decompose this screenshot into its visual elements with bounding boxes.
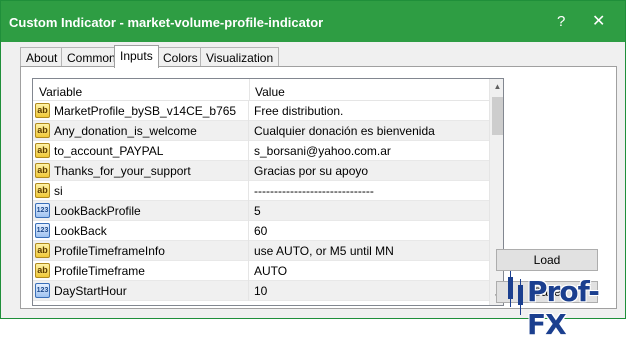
- table-row[interactable]: 123 LookBack 60: [33, 221, 489, 241]
- variable-name: Any_donation_is_welcome: [54, 124, 197, 138]
- variable-cell[interactable]: 123 DayStartHour: [33, 281, 249, 301]
- window-title: Custom Indicator - market-volume-profile…: [9, 15, 324, 30]
- column-header-variable[interactable]: Variable: [39, 85, 82, 99]
- variable-cell[interactable]: ab MarketProfile_bySB_v14CE_b765: [33, 101, 249, 121]
- scroll-up-icon[interactable]: ▲: [490, 79, 503, 95]
- string-icon: ab: [35, 243, 50, 258]
- variable-name: Thanks_for_your_support: [54, 164, 191, 178]
- table-row[interactable]: ab Any_donation_is_welcome Cualquier don…: [33, 121, 489, 141]
- string-icon: ab: [35, 123, 50, 138]
- tab-colors[interactable]: Colors: [157, 47, 204, 67]
- variable-name: to_account_PAYPAL: [54, 144, 164, 158]
- value-cell[interactable]: 60: [254, 224, 267, 238]
- value-cell[interactable]: 10: [254, 284, 267, 298]
- value-cell[interactable]: Free distribution.: [254, 104, 343, 118]
- value-cell[interactable]: ------------------------------: [254, 184, 374, 198]
- string-icon: ab: [35, 143, 50, 158]
- tab-inputs[interactable]: Inputs: [114, 45, 159, 68]
- tab-about[interactable]: About: [20, 47, 64, 67]
- value-cell[interactable]: AUTO: [254, 264, 287, 278]
- scrollbar-thumb[interactable]: [492, 97, 503, 135]
- string-icon: ab: [35, 183, 50, 198]
- tab-common[interactable]: Common: [61, 47, 122, 67]
- table-row[interactable]: ab Thanks_for_your_support Gracias por s…: [33, 161, 489, 181]
- variable-name: ProfileTimeframeInfo: [54, 244, 165, 258]
- integer-icon: 123: [35, 223, 50, 238]
- table-row[interactable]: ab si ------------------------------: [33, 181, 489, 201]
- load-button[interactable]: Load: [496, 249, 598, 271]
- variable-cell[interactable]: ab ProfileTimeframeInfo: [33, 241, 249, 261]
- title-bar[interactable]: Custom Indicator - market-volume-profile…: [1, 1, 625, 42]
- variable-cell[interactable]: 123 LookBackProfile: [33, 201, 249, 221]
- dialog-window: Custom Indicator - market-volume-profile…: [0, 0, 626, 341]
- variable-name: DayStartHour: [54, 284, 127, 298]
- value-cell[interactable]: s_borsani@yahoo.com.ar: [254, 144, 391, 158]
- table-row[interactable]: 123 DayStartHour 10: [33, 281, 489, 301]
- table-row[interactable]: 123 LookBackProfile 5: [33, 201, 489, 221]
- help-icon[interactable]: ?: [557, 14, 565, 29]
- column-header-value[interactable]: Value: [255, 85, 285, 99]
- variable-cell[interactable]: 123 LookBack: [33, 221, 249, 241]
- variable-name: MarketProfile_bySB_v14CE_b765: [54, 104, 237, 118]
- value-cell[interactable]: 5: [254, 204, 261, 218]
- column-divider[interactable]: [249, 79, 250, 101]
- inputs-grid[interactable]: Variable Value ab MarketProfile_bySB_v14…: [32, 78, 504, 306]
- string-icon: ab: [35, 163, 50, 178]
- tab-bar: About Common Inputs Colors Visualization: [20, 45, 620, 68]
- integer-icon: 123: [35, 283, 50, 298]
- variable-name: LookBackProfile: [54, 204, 141, 218]
- variable-cell[interactable]: ab Any_donation_is_welcome: [33, 121, 249, 141]
- value-cell[interactable]: use AUTO, or M5 until MN: [254, 244, 394, 258]
- string-icon: ab: [35, 103, 50, 118]
- value-cell[interactable]: Cualquier donación es bienvenida: [254, 124, 435, 138]
- close-icon[interactable]: ✕: [592, 14, 605, 30]
- watermark-logo: Prof-FX: [499, 269, 624, 341]
- variable-name: si: [54, 184, 63, 198]
- grid-header: Variable Value: [33, 79, 489, 101]
- table-row[interactable]: ab to_account_PAYPAL s_borsani@yahoo.com…: [33, 141, 489, 161]
- variable-cell[interactable]: ab to_account_PAYPAL: [33, 141, 249, 161]
- table-row[interactable]: ab ProfileTimeframe AUTO: [33, 261, 489, 281]
- integer-icon: 123: [35, 203, 50, 218]
- variable-name: ProfileTimeframe: [54, 264, 145, 278]
- tab-visualization[interactable]: Visualization: [200, 47, 280, 67]
- table-row[interactable]: ab MarketProfile_bySB_v14CE_b765 Free di…: [33, 101, 489, 121]
- value-cell[interactable]: Gracias por su apoyo: [254, 164, 368, 178]
- variable-name: LookBack: [54, 224, 107, 238]
- table-row[interactable]: ab ProfileTimeframeInfo use AUTO, or M5 …: [33, 241, 489, 261]
- variable-cell[interactable]: ab Thanks_for_your_support: [33, 161, 249, 181]
- variable-cell[interactable]: ab ProfileTimeframe: [33, 261, 249, 281]
- variable-cell[interactable]: ab si: [33, 181, 249, 201]
- watermark-text: Prof-FX: [527, 275, 600, 341]
- string-icon: ab: [35, 263, 50, 278]
